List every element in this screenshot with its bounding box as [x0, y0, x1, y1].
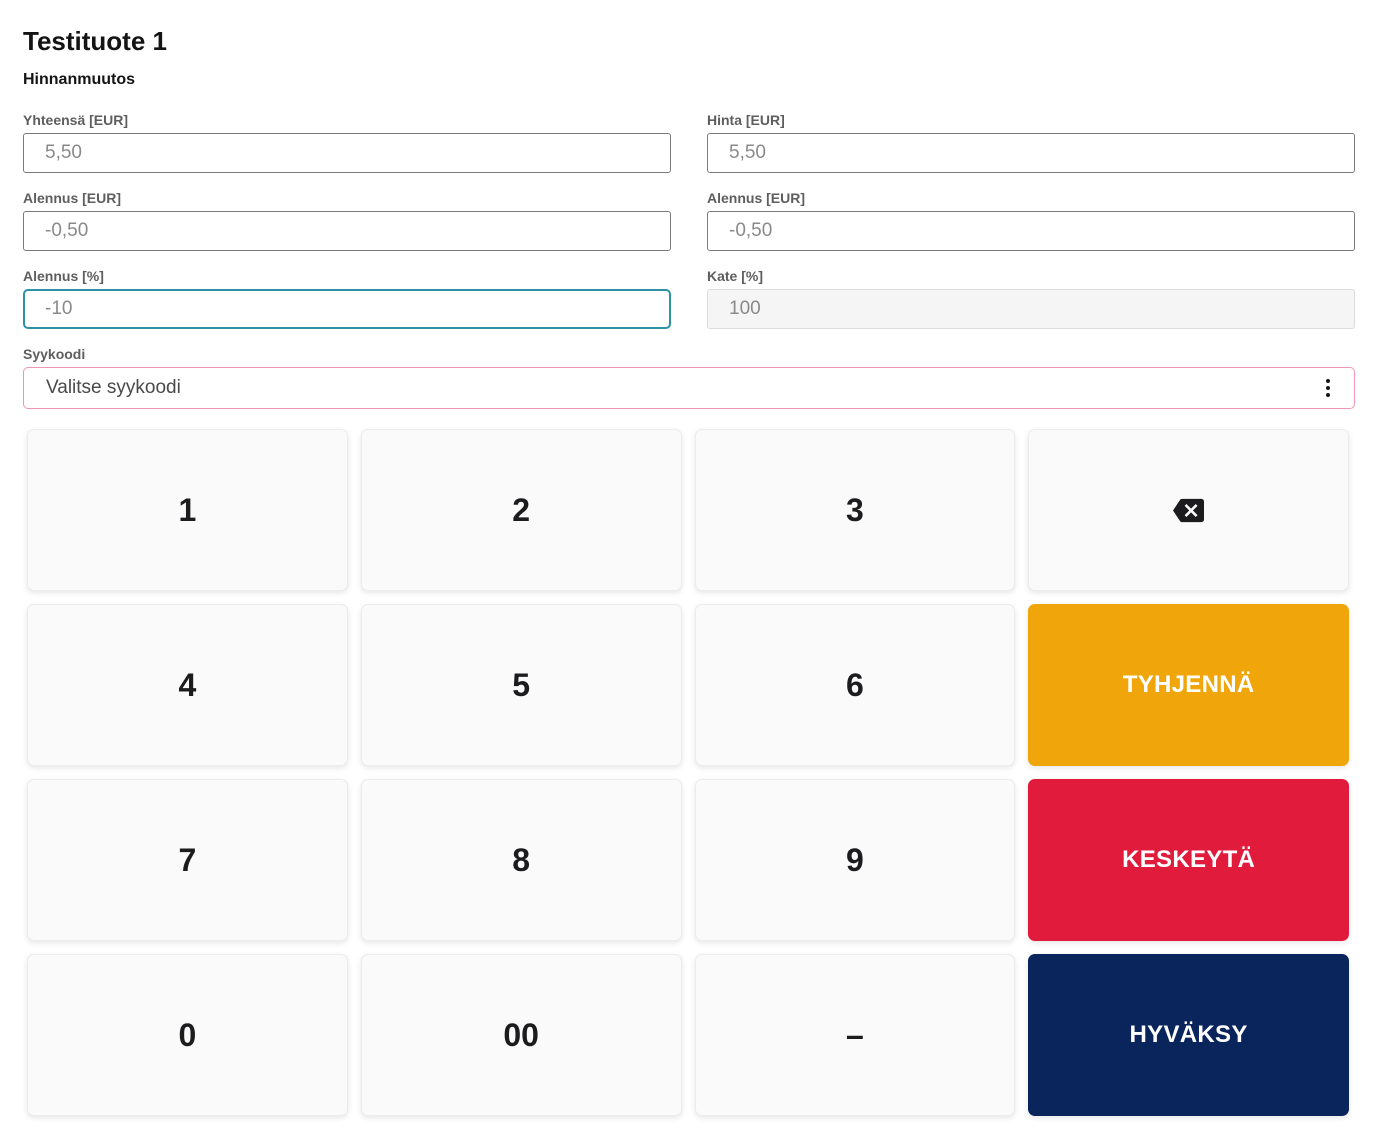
key-0[interactable]: 0	[27, 954, 348, 1116]
margin-percent-input	[707, 289, 1355, 329]
discount-percent-label: Alennus [%]	[23, 268, 671, 285]
reason-code-placeholder: Valitse syykoodi	[46, 377, 181, 399]
total-eur-input[interactable]	[23, 133, 671, 173]
field-discount-eur-left: Alennus [EUR]	[23, 190, 671, 251]
field-margin-percent: Kate [%]	[707, 268, 1355, 329]
price-change-panel: Testituote 1 Hinnanmuutos Yhteensä [EUR]…	[0, 0, 1379, 1116]
clear-button[interactable]: TYHJENNÄ	[1028, 604, 1349, 766]
key-00[interactable]: 00	[361, 954, 682, 1116]
key-5[interactable]: 5	[361, 604, 682, 766]
discount-eur-left-label: Alennus [EUR]	[23, 190, 671, 207]
field-total-eur: Yhteensä [EUR]	[23, 112, 671, 173]
field-reason-code: Syykoodi Valitse syykoodi	[23, 346, 1355, 409]
key-7[interactable]: 7	[27, 779, 348, 941]
key-8[interactable]: 8	[361, 779, 682, 941]
margin-percent-label: Kate [%]	[707, 268, 1355, 285]
field-discount-eur-right: Alennus [EUR]	[707, 190, 1355, 251]
field-discount-percent: Alennus [%]	[23, 268, 671, 329]
page-title: Testituote 1	[23, 26, 1355, 57]
discount-percent-input[interactable]	[23, 289, 671, 329]
key-3[interactable]: 3	[695, 429, 1016, 591]
discount-eur-right-label: Alennus [EUR]	[707, 190, 1355, 207]
key-9[interactable]: 9	[695, 779, 1016, 941]
key-backspace[interactable]	[1028, 429, 1349, 591]
discount-eur-left-input[interactable]	[23, 211, 671, 251]
price-eur-input[interactable]	[707, 133, 1355, 173]
kebab-menu-icon	[1324, 375, 1332, 401]
key-4[interactable]: 4	[27, 604, 348, 766]
price-form: Yhteensä [EUR] Hinta [EUR] Alennus [EUR]…	[23, 112, 1355, 346]
key-minus[interactable]: –	[695, 954, 1016, 1116]
backspace-icon	[1173, 495, 1204, 526]
cancel-button[interactable]: KESKEYTÄ	[1028, 779, 1349, 941]
page-subtitle: Hinnanmuutos	[23, 70, 1355, 89]
accept-button[interactable]: HYVÄKSY	[1028, 954, 1349, 1116]
discount-eur-right-input[interactable]	[707, 211, 1355, 251]
key-1[interactable]: 1	[27, 429, 348, 591]
key-2[interactable]: 2	[361, 429, 682, 591]
key-6[interactable]: 6	[695, 604, 1016, 766]
field-price-eur: Hinta [EUR]	[707, 112, 1355, 173]
numeric-keypad: 1 2 3 4 5 6 TYHJENNÄ 7 8 9 KESKEYTÄ 0 00…	[27, 429, 1349, 1116]
total-eur-label: Yhteensä [EUR]	[23, 112, 671, 129]
price-eur-label: Hinta [EUR]	[707, 112, 1355, 129]
reason-code-label: Syykoodi	[23, 346, 1355, 363]
reason-code-select[interactable]: Valitse syykoodi	[23, 367, 1355, 409]
